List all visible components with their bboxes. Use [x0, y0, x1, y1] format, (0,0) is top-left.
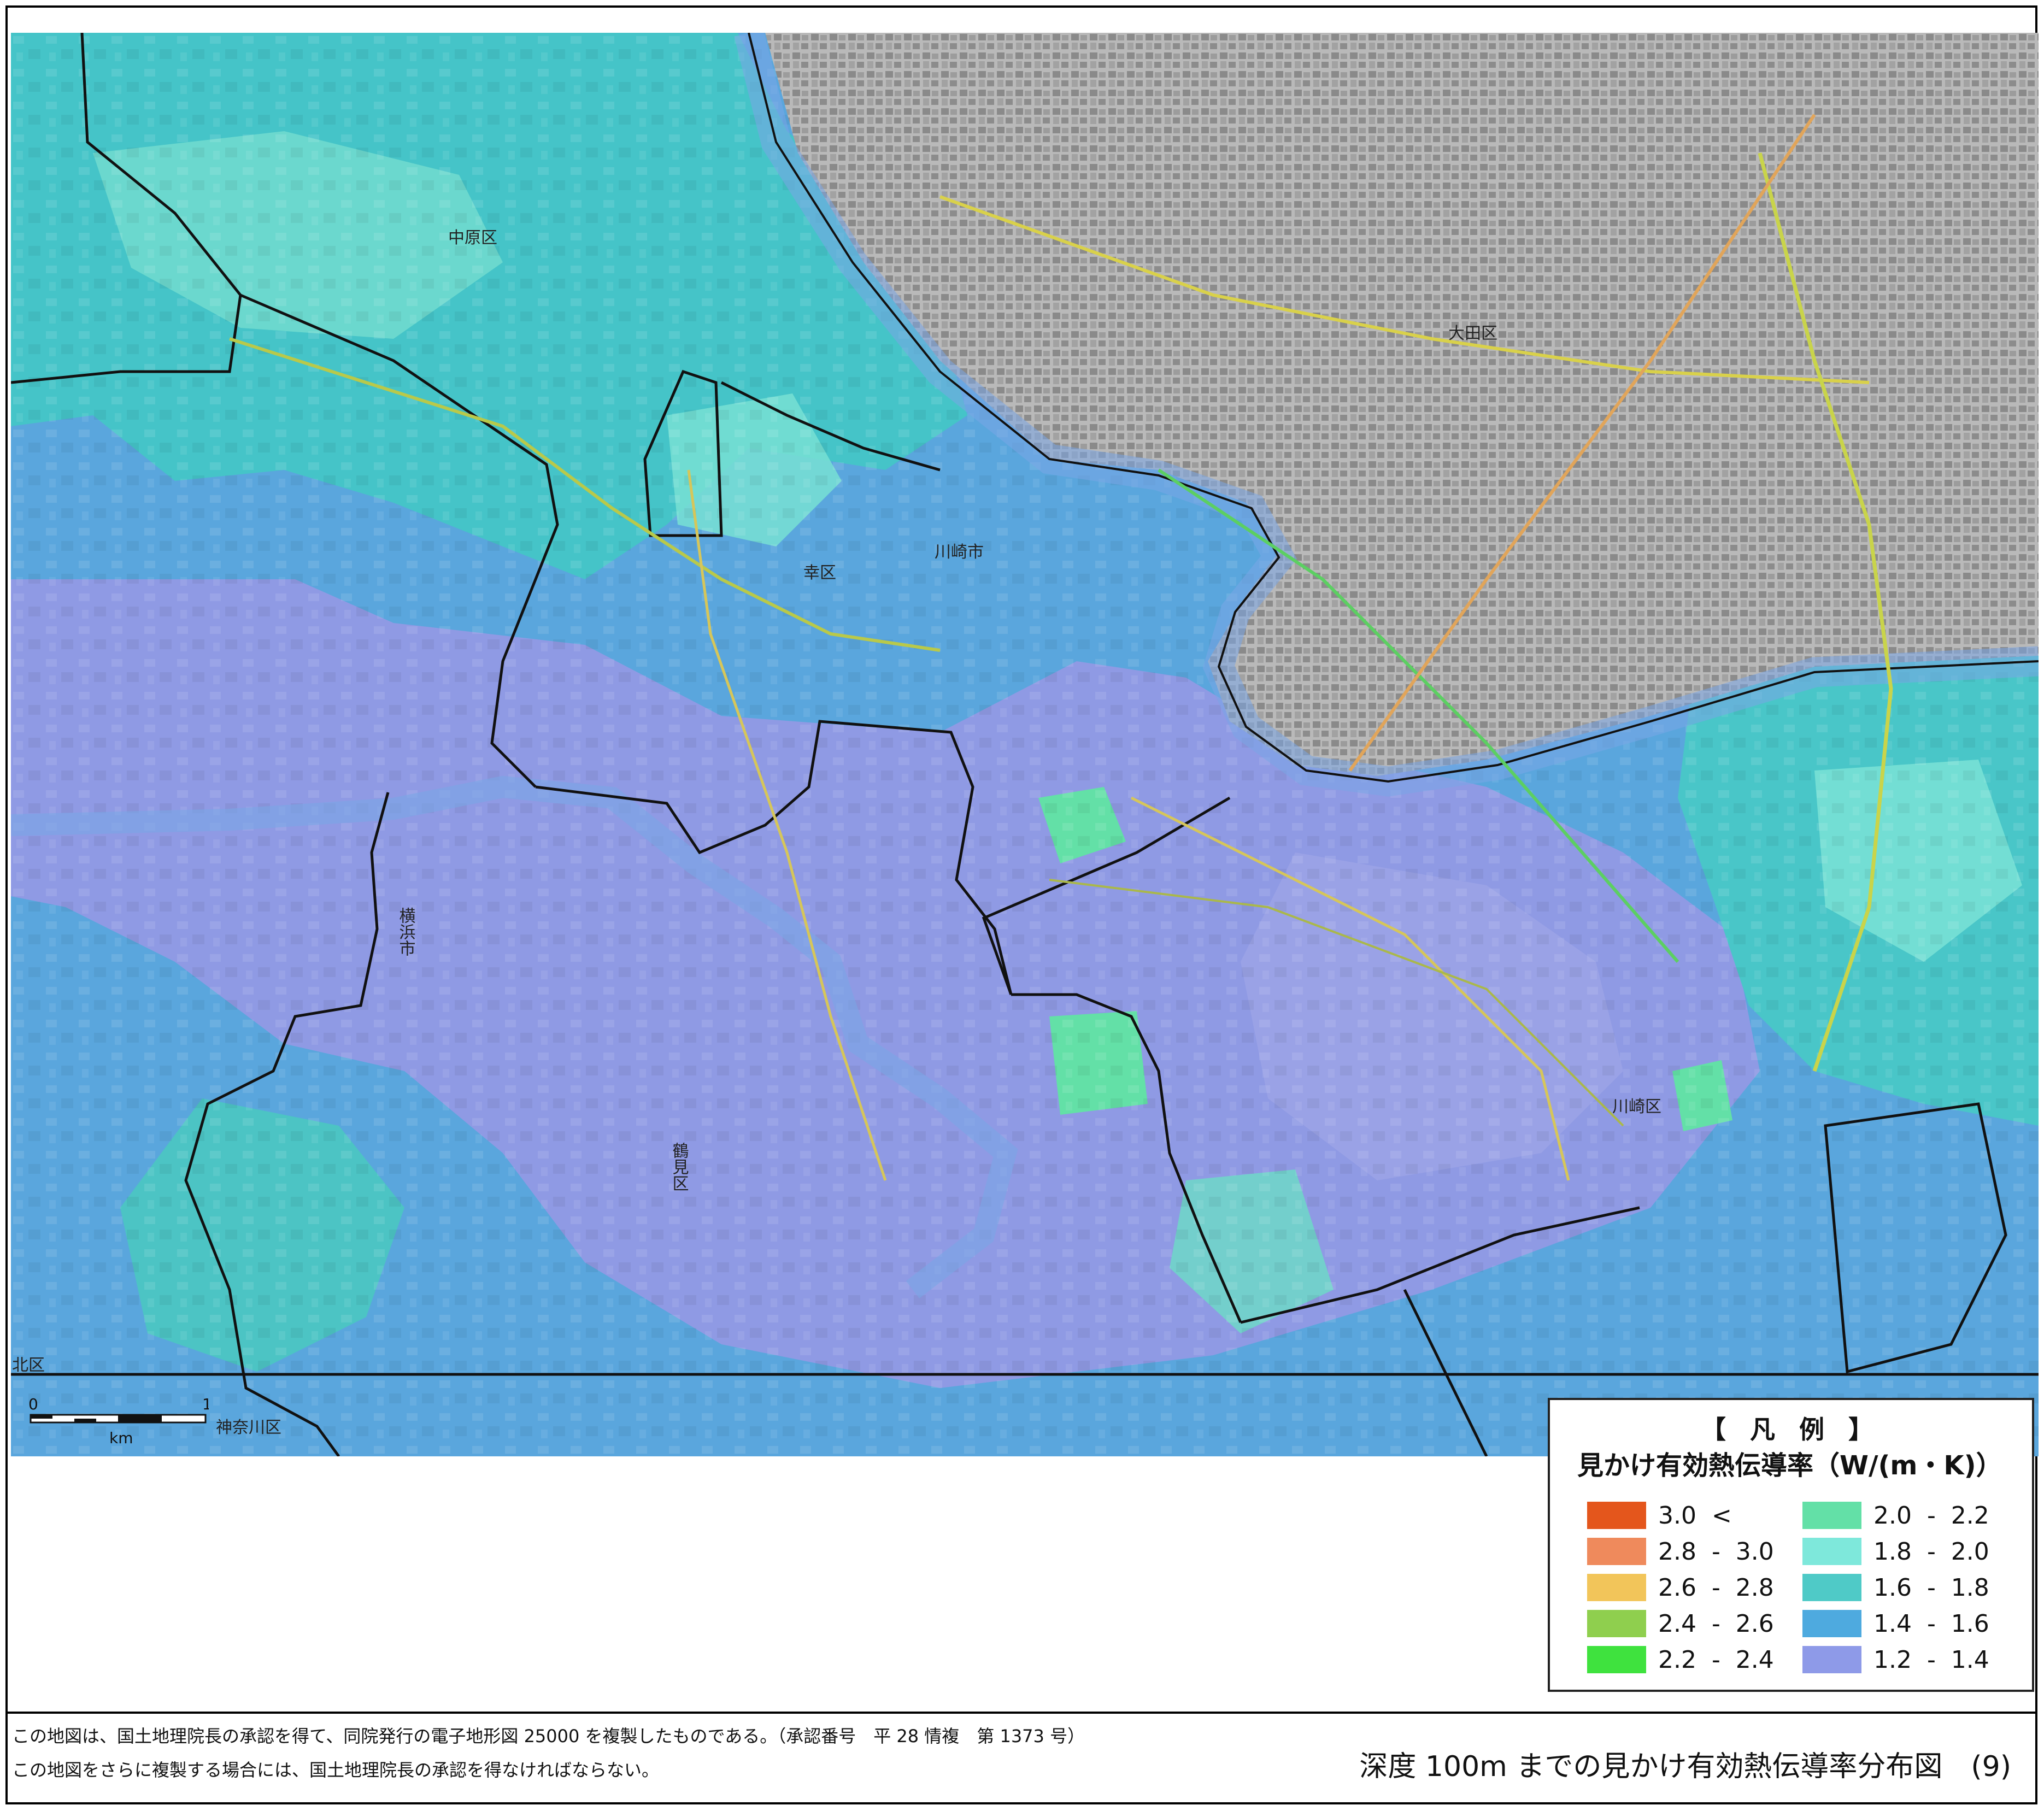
legend-swatch	[1802, 1538, 1861, 1565]
label-kawasaki-ward: 川崎区	[1612, 1097, 1661, 1116]
legend-label: 1.6 - 1.8	[1873, 1573, 1989, 1602]
legend-item: 1.4 - 1.6	[1802, 1609, 1989, 1638]
legend-label: 1.4 - 1.6	[1873, 1609, 1989, 1638]
legend-item: 3.0 <	[1587, 1501, 1732, 1530]
legend-item: 2.0 - 2.2	[1802, 1501, 1989, 1530]
label-ota: 大田区	[1448, 324, 1497, 343]
legend-swatch	[1587, 1610, 1646, 1637]
legend-label: 2.0 - 2.2	[1873, 1501, 1989, 1530]
reproduction-note: この地図をさらに複製する場合には、国土地理院長の承認を得なければならない。	[12, 1760, 660, 1780]
conductivity-map[interactable]: 中原区 大田区 幸区 川崎市 横浜市 鶴見区 川崎区 神奈川区 北区	[11, 33, 2039, 1456]
label-kita: 北区	[12, 1356, 45, 1375]
scale-bar: 0 1 km	[28, 1391, 212, 1456]
legend-item: 1.2 - 1.4	[1802, 1645, 1989, 1674]
label-tsurumi: 鶴見区	[669, 1142, 689, 1191]
legend: 【 凡 例 】 見かけ有効熱伝導率（W/(m・K)） 3.0 < 2.8 - 3…	[1548, 1398, 2034, 1692]
label-yokohama-city: 横浜市	[396, 907, 416, 956]
footer-divider	[5, 1712, 2037, 1714]
legend-label: 3.0 <	[1658, 1501, 1732, 1530]
legend-label: 1.8 - 2.0	[1873, 1537, 1989, 1566]
legend-swatch	[1587, 1574, 1646, 1601]
legend-item: 1.6 - 1.8	[1802, 1573, 1989, 1602]
label-nakahara: 中原区	[448, 228, 497, 248]
legend-subtitle: 見かけ有効熱伝導率（W/(m・K)）	[1577, 1450, 2002, 1481]
legend-swatch	[1802, 1574, 1861, 1601]
legend-item: 2.8 - 3.0	[1587, 1537, 1774, 1566]
legend-item: 2.4 - 2.6	[1587, 1609, 1774, 1638]
legend-item: 2.2 - 2.4	[1587, 1645, 1774, 1674]
legend-label: 2.4 - 2.6	[1658, 1609, 1774, 1638]
label-kawasaki-city: 川崎市	[935, 543, 984, 562]
legend-item: 2.6 - 2.8	[1587, 1573, 1774, 1602]
sheet-title: 深度 100m までの見かけ有効熱伝導率分布図 (9)	[1359, 1750, 2011, 1783]
label-kanagawa: 神奈川区	[216, 1418, 281, 1437]
copyright-note: この地図は、国土地理院長の承認を得て、同院発行の電子地形図 25000 を複製し…	[12, 1726, 1085, 1747]
legend-label: 2.2 - 2.4	[1658, 1645, 1774, 1674]
scale-end: 1	[202, 1395, 209, 1413]
legend-label: 1.2 - 1.4	[1873, 1645, 1989, 1674]
scale-unit: km	[109, 1429, 133, 1447]
legend-swatch	[1802, 1610, 1861, 1637]
legend-swatch	[1587, 1538, 1646, 1565]
legend-swatch	[1802, 1502, 1861, 1529]
legend-label: 2.8 - 3.0	[1658, 1537, 1774, 1566]
legend-swatch	[1802, 1646, 1861, 1673]
scale-start: 0	[28, 1395, 38, 1413]
legend-label: 2.6 - 2.8	[1658, 1573, 1774, 1602]
legend-item: 1.8 - 2.0	[1802, 1537, 1989, 1566]
legend-title: 【 凡 例 】	[1700, 1415, 1882, 1444]
legend-swatch	[1587, 1502, 1646, 1529]
legend-swatch	[1587, 1646, 1646, 1673]
map-canvas: 中原区 大田区 幸区 川崎市 横浜市 鶴見区 川崎区 神奈川区 北区	[11, 33, 2039, 1456]
label-saiwai: 幸区	[803, 563, 836, 583]
